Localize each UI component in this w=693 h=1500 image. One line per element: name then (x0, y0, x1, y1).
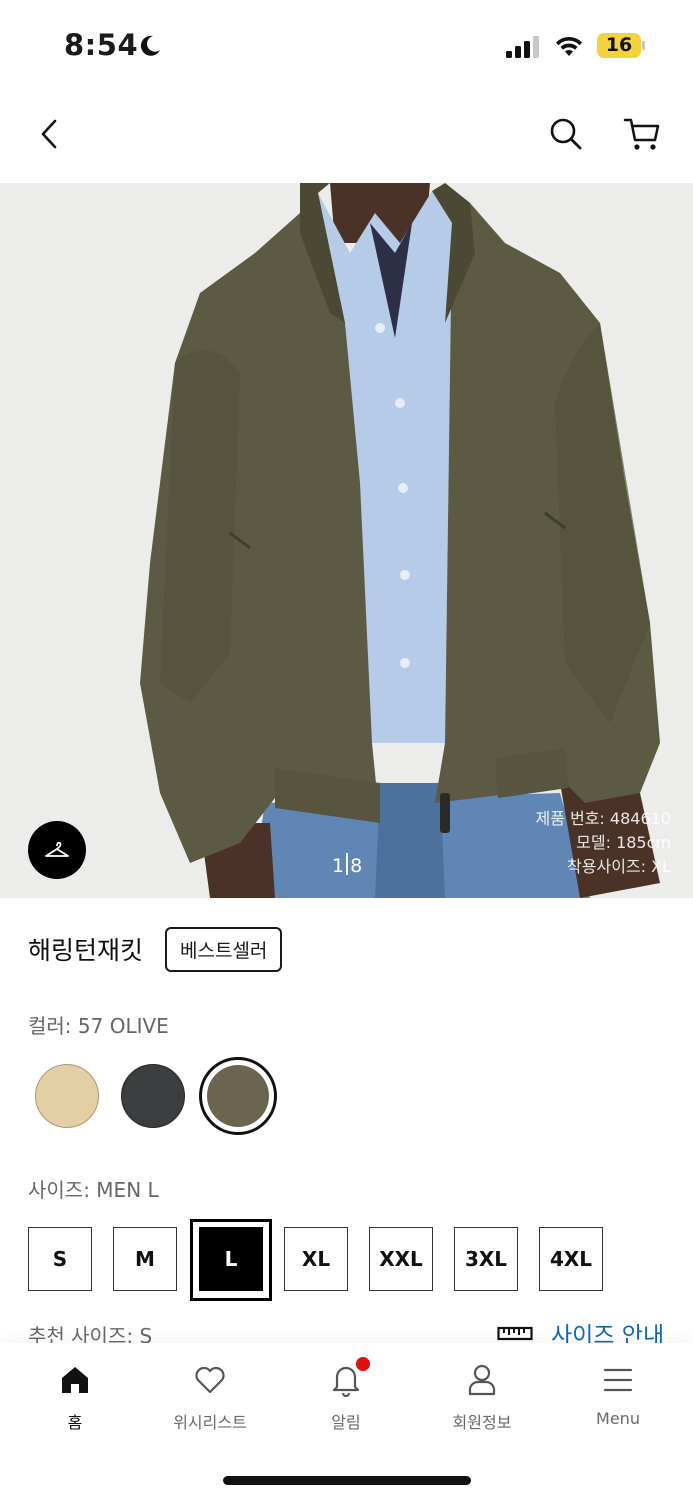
product-photo (0, 183, 693, 898)
product-title-row: 해링턴재킷 베스트셀러 (28, 926, 283, 972)
cart-button[interactable] (620, 112, 664, 156)
image-pager: 18 (332, 853, 362, 877)
cart-icon (623, 118, 660, 150)
tab-account[interactable]: 회원정보 (422, 1361, 542, 1433)
bestseller-badge: 베스트셀러 (165, 926, 283, 972)
size-option-xl[interactable]: XL (284, 1227, 348, 1291)
tab-account-label: 회원정보 (452, 1413, 512, 1432)
pager-total: 8 (350, 855, 363, 877)
fitting-hanger-button[interactable] (28, 821, 86, 879)
chevron-left-icon (41, 119, 57, 149)
tab-menu[interactable]: Menu (558, 1361, 678, 1428)
tab-notifications[interactable]: 알림 (286, 1361, 406, 1433)
tab-wishlist-label: 위시리스트 (173, 1413, 247, 1432)
status-bar: 8:54 16 (0, 0, 693, 92)
wifi-icon (556, 36, 582, 56)
tab-notifications-label: 알림 (331, 1413, 361, 1432)
heart-icon (195, 1366, 225, 1394)
size-option-l[interactable]: L (199, 1227, 263, 1291)
product-image-carousel[interactable]: 18 제품 번호: 484610 모델: 185cm 착용사이즈: XL (0, 183, 693, 898)
home-indicator (223, 1476, 471, 1485)
battery-level: 16 (597, 33, 641, 58)
user-icon (468, 1364, 496, 1396)
notification-dot (356, 1357, 370, 1371)
menu-icon (603, 1368, 633, 1392)
hanger-icon (45, 841, 69, 857)
model-height: 모델: 185cm (576, 833, 671, 852)
back-button[interactable] (30, 114, 70, 154)
size-option-3xl[interactable]: 3XL (454, 1227, 518, 1291)
search-icon (550, 118, 582, 150)
moon-icon (140, 35, 160, 56)
size-option-m[interactable]: M (113, 1227, 177, 1291)
product-number: 제품 번호: 484610 (535, 809, 671, 828)
model-size-worn: 착용사이즈: XL (567, 857, 671, 876)
color-swatch-beige[interactable] (35, 1064, 99, 1128)
model-info: 제품 번호: 484610 모델: 185cm 착용사이즈: XL (535, 807, 671, 879)
product-title: 해링턴재킷 (28, 936, 144, 965)
size-option-s[interactable]: S (28, 1227, 92, 1291)
tab-wishlist[interactable]: 위시리스트 (150, 1361, 270, 1433)
tab-home-label: 홈 (67, 1413, 83, 1432)
size-option-4xl[interactable]: 4XL (539, 1227, 603, 1291)
size-label: 사이즈: MEN L (28, 1178, 159, 1202)
battery-icon: 16 (597, 33, 645, 58)
cellular-signal-icon (506, 36, 539, 58)
top-nav-bar (0, 92, 693, 183)
status-time: 8:54 (64, 28, 139, 62)
search-button[interactable] (544, 112, 588, 156)
color-swatch-dark-gray[interactable] (121, 1064, 185, 1128)
color-label: 컬러: 57 OLIVE (28, 1014, 169, 1038)
ruler-icon (497, 1326, 533, 1341)
home-icon (62, 1367, 88, 1393)
tab-menu-label: Menu (596, 1409, 640, 1428)
tab-home[interactable]: 홈 (15, 1361, 135, 1433)
size-option-xxl[interactable]: XXL (369, 1227, 433, 1291)
pager-current: 1 (332, 855, 345, 877)
color-swatch-olive[interactable] (207, 1065, 269, 1127)
